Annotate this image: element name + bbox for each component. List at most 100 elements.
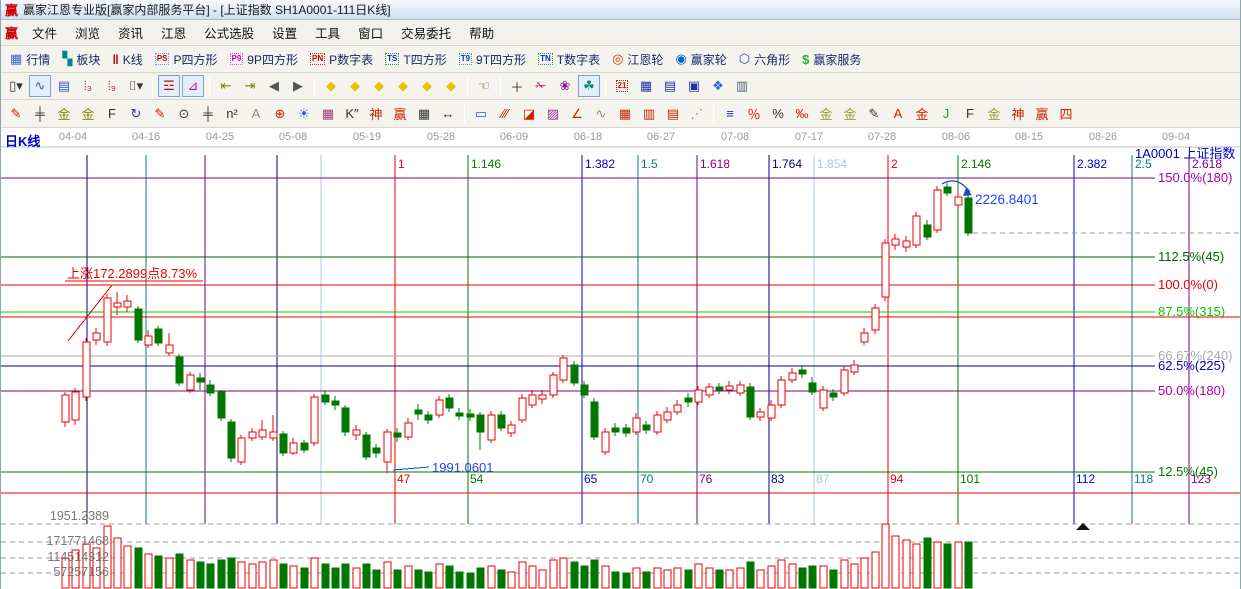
expand-h-icon[interactable]: ◆ xyxy=(368,75,390,97)
trend-chart-icon[interactable]: ∿ xyxy=(29,75,51,97)
red-fan-tool[interactable]: ∕∕∕ xyxy=(494,103,516,125)
network-icon[interactable]: ❖ xyxy=(707,75,729,97)
diag-grid-tool[interactable]: ▨ xyxy=(542,103,564,125)
shift-left-icon[interactable]: ◆ xyxy=(320,75,342,97)
menu-item-7[interactable]: 窗口 xyxy=(349,21,392,44)
zoom-out-icon[interactable]: ◆ xyxy=(440,75,462,97)
gold-angle-tool[interactable]: 金 xyxy=(983,103,1005,125)
ying-tool[interactable]: 赢 xyxy=(389,103,411,125)
red-pen-tool[interactable]: ✎ xyxy=(5,103,27,125)
candle-style-dropdown[interactable]: ▯▾ xyxy=(5,75,27,97)
p9-square-badge[interactable]: P99P四方形 xyxy=(224,48,304,70)
svg-text:04-04: 04-04 xyxy=(59,131,87,143)
red-angle-pen-tool[interactable]: ✎ xyxy=(149,103,171,125)
gold-red-tool[interactable]: 金 xyxy=(911,103,933,125)
pen-tool[interactable]: ✎ xyxy=(863,103,885,125)
winner-service-icon[interactable]: $赢家服务 xyxy=(796,48,867,70)
gann-flower-icon: ❀ xyxy=(560,78,571,94)
compress-h-icon[interactable]: ◆ xyxy=(392,75,414,97)
delete-line-icon[interactable]: ✁ xyxy=(530,75,552,97)
crosshair-icon[interactable]: ＋ xyxy=(506,75,528,97)
tn-table-badge[interactable]: TNT数字表 xyxy=(532,48,606,70)
menu-item-4[interactable]: 公式选股 xyxy=(195,21,263,44)
bars-9-icon[interactable]: ⦙₉ xyxy=(101,75,123,97)
volume-profile-icon[interactable]: ⊿ xyxy=(182,75,204,97)
a-wave-tool[interactable]: A xyxy=(887,103,909,125)
red-grid-tool-2[interactable]: ▥ xyxy=(638,103,660,125)
calculator-icon[interactable]: ▦ xyxy=(635,75,657,97)
info-panel-icon[interactable]: ▤ xyxy=(53,75,75,97)
menu-item-9[interactable]: 帮助 xyxy=(460,21,503,44)
gold-grid-tool-2[interactable]: 金 xyxy=(77,103,99,125)
compass-star-tool[interactable]: ☀ xyxy=(293,103,315,125)
percent-line-tool[interactable]: ‰ xyxy=(791,103,813,125)
last-bar-icon[interactable]: ⇥ xyxy=(239,75,261,97)
f-angle-tool[interactable]: F xyxy=(959,103,981,125)
fan-square-tool[interactable]: ◪ xyxy=(518,103,540,125)
calendar-icon[interactable]: 21 xyxy=(611,75,633,97)
svg-text:101: 101 xyxy=(960,472,980,486)
gann-wheel-icon[interactable]: ◎江恩轮 xyxy=(606,48,669,70)
red-grid-tool-1[interactable]: ▦ xyxy=(614,103,636,125)
red-wave-icon[interactable]: ☲ xyxy=(158,75,180,97)
menu-item-6[interactable]: 工具 xyxy=(306,21,349,44)
zoom-in-icon[interactable]: ◆ xyxy=(416,75,438,97)
spiral-tool[interactable]: ↻ xyxy=(125,103,147,125)
cycle-tool-dropdown[interactable]: ⌷▾ xyxy=(125,75,147,97)
blocks-icon[interactable]: ▚板块 xyxy=(56,48,106,70)
gold-line-tool[interactable]: 金 xyxy=(839,103,861,125)
red-target-tool[interactable]: ⊕ xyxy=(269,103,291,125)
winner-wheel-icon[interactable]: ◉赢家轮 xyxy=(669,48,732,70)
notes-icon[interactable]: ▤ xyxy=(659,75,681,97)
gold-grid-tool-1[interactable]: 金 xyxy=(53,103,75,125)
smart-brain-icon[interactable]: ☘ xyxy=(578,75,600,97)
f-grid-tool[interactable]: F xyxy=(101,103,123,125)
rect-select-tool[interactable]: ▭ xyxy=(470,103,492,125)
scale-bars-tool[interactable]: ≡ xyxy=(719,103,741,125)
hash-grid-tool-2[interactable]: ╪ xyxy=(197,103,219,125)
ts-square-badge[interactable]: TST四方形 xyxy=(379,48,453,70)
ps-square-badge[interactable]: PSP四方形 xyxy=(149,48,224,70)
print-icon[interactable]: ▥ xyxy=(731,75,753,97)
bars-3-icon[interactable]: ⦙₃ xyxy=(77,75,99,97)
time-circle-tool[interactable]: ⊙ xyxy=(173,103,195,125)
save-icon[interactable]: ▣ xyxy=(683,75,705,97)
percent-red-tool[interactable]: ％ xyxy=(743,103,765,125)
menu-item-2[interactable]: 资讯 xyxy=(109,21,152,44)
kline-icon[interactable]: ‖K线 xyxy=(106,48,148,70)
hand-tool-icon[interactable]: ☜ xyxy=(473,75,495,97)
menu-item-1[interactable]: 浏览 xyxy=(66,21,109,44)
diag-lines-tool[interactable]: ⋰ xyxy=(686,103,708,125)
angles-tool[interactable]: ∠ xyxy=(566,103,588,125)
menu-item-5[interactable]: 设置 xyxy=(263,21,306,44)
shen-tool[interactable]: 神 xyxy=(365,103,387,125)
shift-right-icon[interactable]: ◆ xyxy=(344,75,366,97)
gann-flower-icon[interactable]: ❀ xyxy=(554,75,576,97)
prev-bar-icon[interactable]: ◀ xyxy=(263,75,285,97)
pn-table-badge[interactable]: PNP数字表 xyxy=(304,48,379,70)
grid-123-tool[interactable]: ▦ xyxy=(413,103,435,125)
j-angle-tool[interactable]: J xyxy=(935,103,957,125)
hexagon-icon[interactable]: ⬡六角形 xyxy=(733,48,796,70)
menu-item-8[interactable]: 交易委托 xyxy=(392,21,460,44)
percent-tool[interactable]: % xyxy=(767,103,789,125)
shen-angle-tool[interactable]: 神 xyxy=(1007,103,1029,125)
kline-chart-canvas[interactable]: 04-0404-1604-2505-0805-1905-2806-0906-18… xyxy=(1,128,1241,589)
hash-grid-tool[interactable]: ╪ xyxy=(29,103,51,125)
next-bar-icon[interactable]: ▶ xyxy=(287,75,309,97)
gold-circle-tool[interactable]: 金 xyxy=(815,103,837,125)
k-quote-tool[interactable]: K″ xyxy=(341,103,363,125)
red-grid-tool-3[interactable]: ▤ xyxy=(662,103,684,125)
width-arrows-tool[interactable]: ↔ xyxy=(437,103,459,125)
t9-square-badge[interactable]: T99T四方形 xyxy=(453,48,532,70)
first-bar-icon[interactable]: ⇤ xyxy=(215,75,237,97)
ying-angle-tool[interactable]: 赢 xyxy=(1031,103,1053,125)
a-angle-tool[interactable]: A xyxy=(245,103,267,125)
menu-item-0[interactable]: 文件 xyxy=(23,21,66,44)
wave-tool[interactable]: ∿ xyxy=(590,103,612,125)
si-angle-tool[interactable]: 四 xyxy=(1055,103,1077,125)
boxed-grid-tool[interactable]: ▦ xyxy=(317,103,339,125)
menu-item-3[interactable]: 江恩 xyxy=(152,21,195,44)
quote-table-icon[interactable]: ▦行情 xyxy=(4,48,56,70)
n-square-tool[interactable]: n² xyxy=(221,103,243,125)
